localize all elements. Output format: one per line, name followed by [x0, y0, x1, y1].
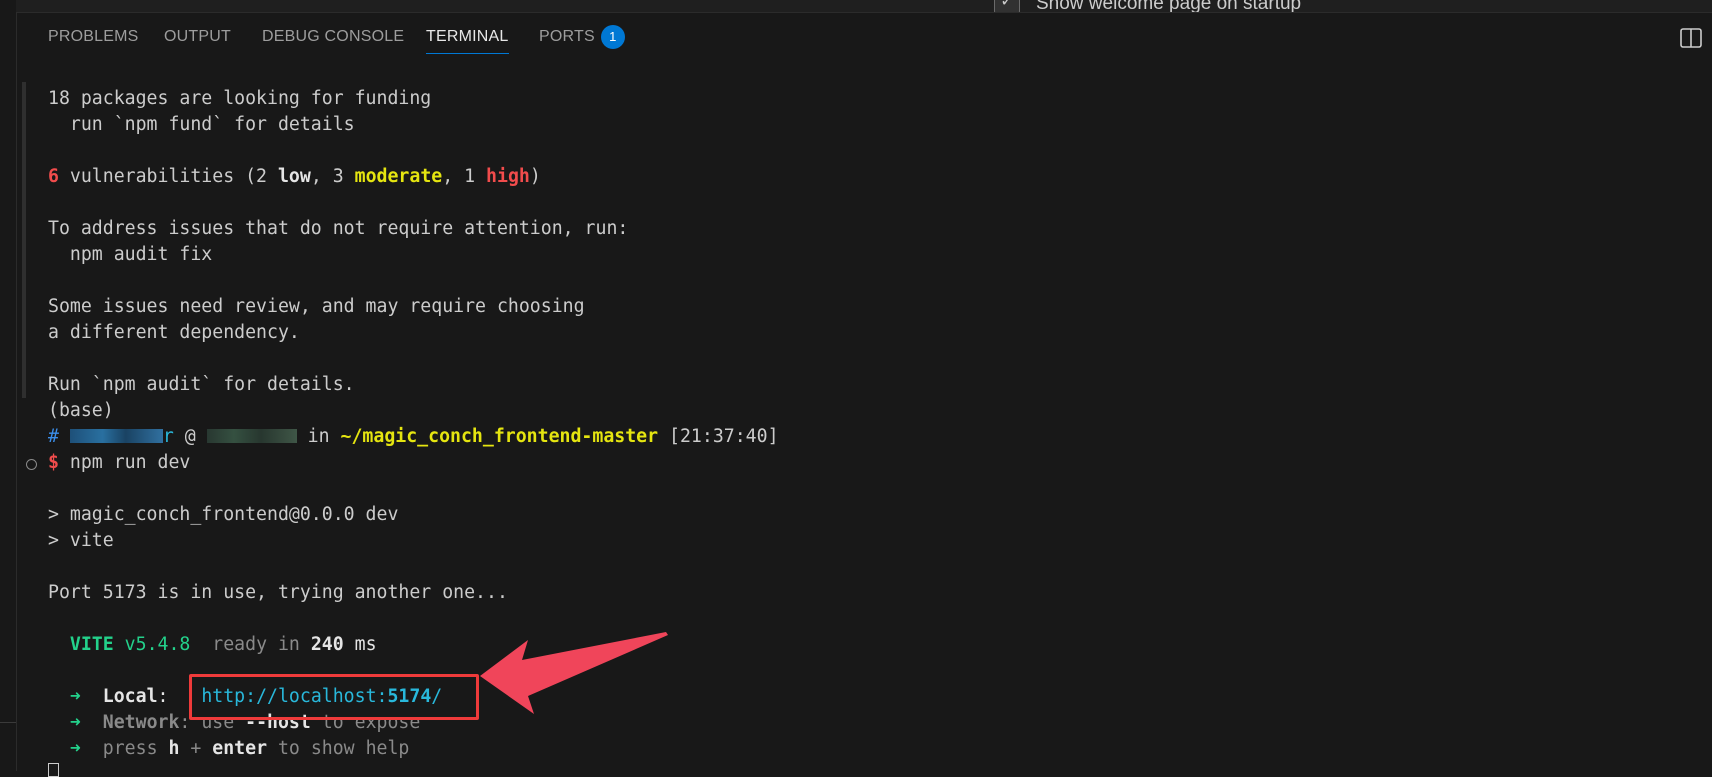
tab-terminal-label: TERMINAL	[426, 28, 509, 45]
tab-output[interactable]: OUTPUT	[164, 28, 231, 46]
terminal-line: Port 5173 is in use, trying another one.…	[48, 580, 508, 606]
tab-ports[interactable]: PORTS 1	[539, 25, 625, 49]
terminal-line: a different dependency.	[48, 320, 300, 346]
tab-debug-console[interactable]: DEBUG CONSOLE	[262, 28, 404, 46]
arrow-right-icon: ➜	[70, 686, 81, 707]
redacted-username	[70, 429, 163, 443]
command-line: $ npm run dev	[48, 450, 190, 476]
vite-ready-line: VITE v5.4.8 ready in 240 ms	[48, 632, 377, 658]
scroll-indicator	[22, 82, 26, 398]
tab-terminal[interactable]: TERMINAL	[426, 28, 509, 46]
tab-ports-label: PORTS	[539, 28, 595, 45]
arrow-right-icon: ➜	[70, 712, 81, 733]
network-line: ➜ Network: use --host to expose	[48, 710, 420, 736]
help-line: ➜ press h + enter to show help	[48, 736, 409, 762]
redacted-hostname	[207, 429, 297, 443]
terminal-line: 18 packages are looking for funding	[48, 86, 431, 112]
terminal-line: > magic_conch_frontend@0.0.0 dev	[48, 502, 398, 528]
local-url-link[interactable]: http://localhost:5174/	[201, 686, 442, 707]
terminal-line: npm audit fix	[48, 242, 212, 268]
command-decoration-icon[interactable]	[26, 459, 37, 470]
terminal-line: Some issues need review, and may require…	[48, 294, 585, 320]
terminal-line: > vite	[48, 528, 114, 554]
shell-prompt: # r @ in ~/magic_conch_frontend-master […	[48, 424, 779, 450]
vulnerability-line: 6 vulnerabilities (2 low, 3 moderate, 1 …	[48, 164, 541, 190]
tab-problems[interactable]: PROBLEMS	[48, 28, 139, 46]
terminal-line: (base)	[48, 398, 114, 424]
active-tab-indicator	[426, 53, 509, 54]
local-url-line: ➜ Local: http://localhost:5174/	[48, 684, 442, 710]
activity-strip	[0, 0, 17, 771]
arrow-right-icon: ➜	[70, 738, 81, 759]
terminal-line: To address issues that do not require at…	[48, 216, 628, 242]
ports-count-badge: 1	[601, 25, 625, 49]
terminal-line: Run `npm audit` for details.	[48, 372, 355, 398]
panel-tabbar: PROBLEMS OUTPUT DEBUG CONSOLE TERMINAL P…	[16, 12, 1712, 66]
split-panel-icon[interactable]	[1680, 28, 1702, 48]
terminal-cursor	[48, 763, 59, 777]
terminal-output[interactable]: 18 packages are looking for funding run …	[16, 66, 1712, 771]
terminal-line: run `npm fund` for details	[48, 112, 355, 138]
